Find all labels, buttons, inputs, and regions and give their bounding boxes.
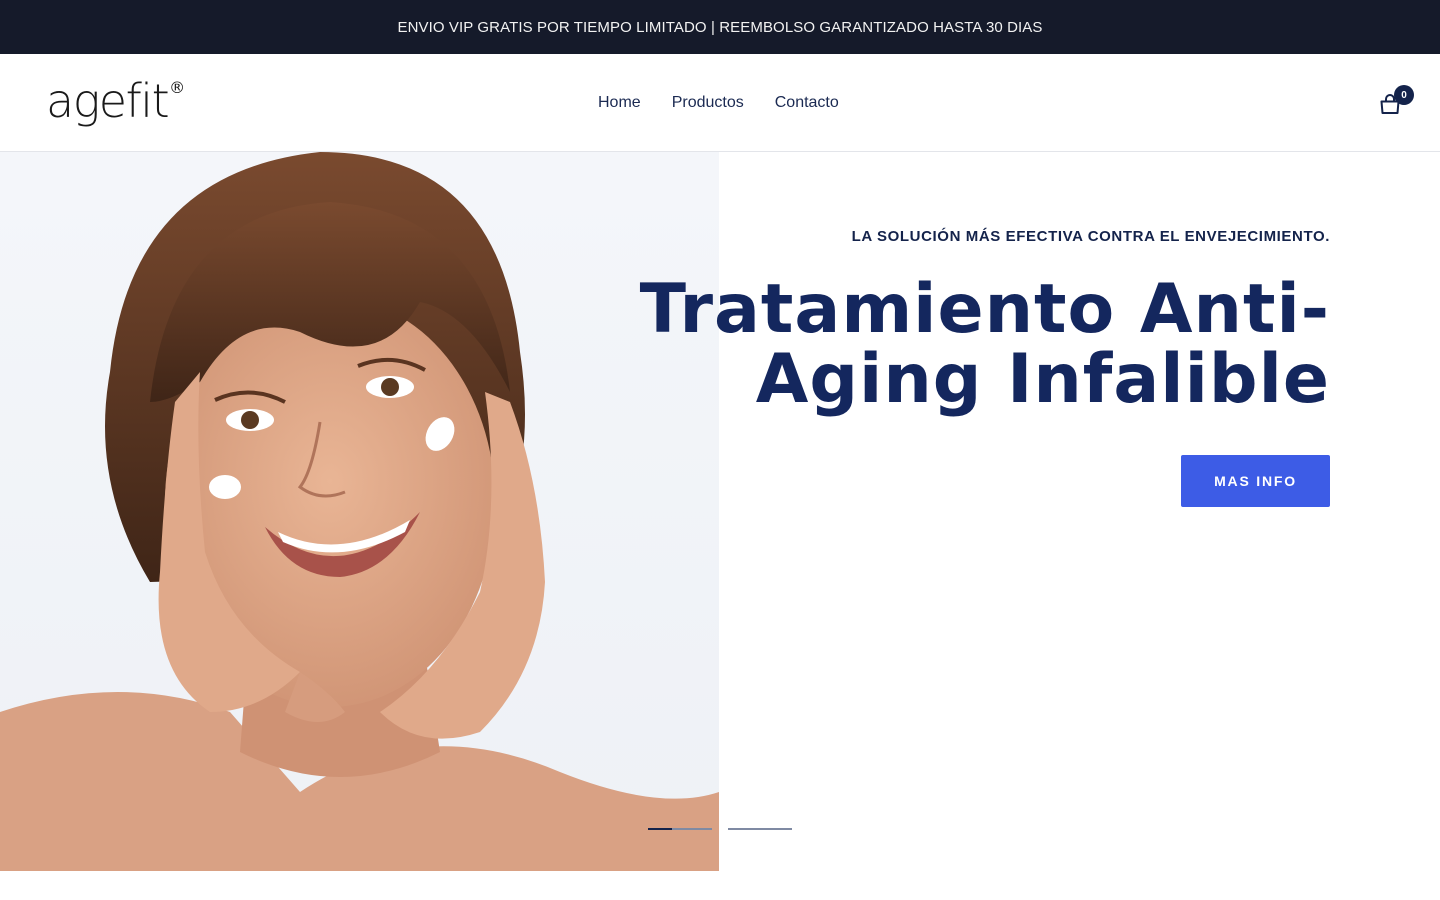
- logo[interactable]: agefit ®: [46, 74, 185, 130]
- hero-title: Tratamiento Anti- Aging Infalible: [630, 275, 1330, 415]
- cart-button[interactable]: 0: [1378, 85, 1418, 118]
- announcement-bar: ENVIO VIP GRATIS POR TIEMPO LIMITADO | R…: [0, 0, 1440, 54]
- hero-image: [0, 152, 719, 871]
- nav-item-home[interactable]: Home: [598, 94, 641, 112]
- nav-item-contacto[interactable]: Contacto: [775, 94, 839, 112]
- cart-count-badge: 0: [1394, 85, 1414, 105]
- site-header: agefit ® Home Productos Contacto 0: [0, 54, 1440, 152]
- hero-slideshow: LA SOLUCIÓN MÁS EFECTIVA CONTRA EL ENVEJ…: [0, 152, 1440, 871]
- mas-info-button[interactable]: MAS INFO: [1181, 455, 1330, 507]
- slide-progress-1: [648, 828, 673, 830]
- logo-text: agefit: [46, 74, 170, 128]
- hero-subheading: LA SOLUCIÓN MÁS EFECTIVA CONTRA EL ENVEJ…: [851, 228, 1330, 245]
- hero-title-line-2: Aging Infalible: [755, 340, 1330, 419]
- main-nav: Home Productos Contacto: [598, 54, 839, 151]
- woman-applying-face-cream-photo: [0, 152, 719, 871]
- slide-indicator-1[interactable]: [648, 828, 712, 830]
- logo-registered-mark: ®: [169, 78, 186, 97]
- slideshow-nav: [648, 828, 792, 830]
- hero-content: LA SOLUCIÓN MÁS EFECTIVA CONTRA EL ENVEJ…: [630, 228, 1330, 507]
- hero-title-line-1: Tratamiento Anti-: [639, 270, 1330, 349]
- announcement-text: ENVIO VIP GRATIS POR TIEMPO LIMITADO | R…: [397, 18, 1043, 36]
- slide-indicator-2[interactable]: [728, 828, 792, 830]
- nav-item-productos[interactable]: Productos: [672, 94, 744, 112]
